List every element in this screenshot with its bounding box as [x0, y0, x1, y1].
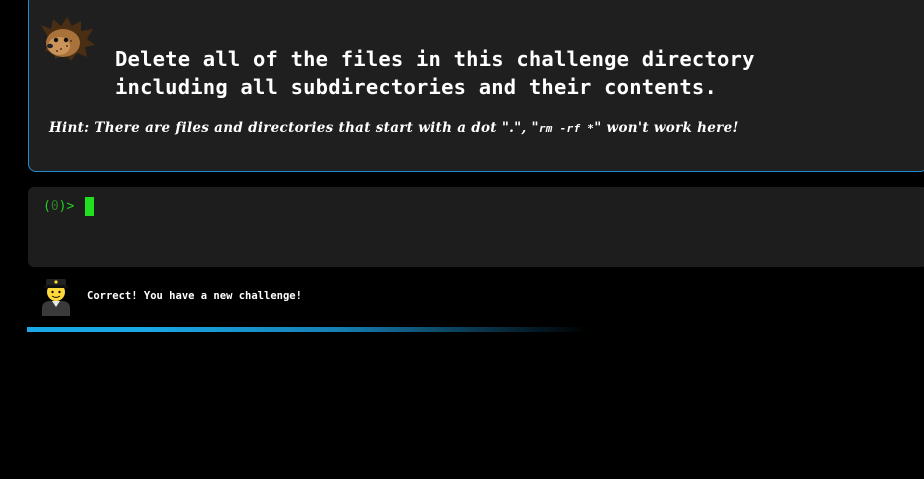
terminal-cursor[interactable]: [85, 197, 94, 216]
challenge-title: Delete all of the files in this challeng…: [115, 47, 755, 99]
hint-suffix: " won't work here!: [594, 120, 739, 136]
status-message: Correct! You have a new challenge!: [87, 290, 302, 302]
hint-prefix: Hint: There are files and directories th…: [49, 120, 539, 136]
police-officer-icon: [42, 279, 70, 316]
hedgehog-icon: [41, 17, 95, 61]
challenge-panel: Delete all of the files in this challeng…: [28, 0, 924, 172]
prompt-count: 0: [50, 199, 59, 214]
status-row: Correct! You have a new challenge!: [28, 272, 924, 320]
prompt-close: )>: [58, 199, 75, 214]
hint-command: rm -rf *: [538, 122, 595, 135]
prompt-open: (: [43, 199, 51, 214]
game-screen: Delete all of the files in this challeng…: [0, 0, 924, 479]
challenge-hint: Hint: There are files and directories th…: [49, 120, 739, 136]
terminal-prompt: (0)>: [43, 199, 74, 214]
progress-bar: [27, 327, 587, 332]
terminal[interactable]: (0)>: [28, 187, 924, 267]
